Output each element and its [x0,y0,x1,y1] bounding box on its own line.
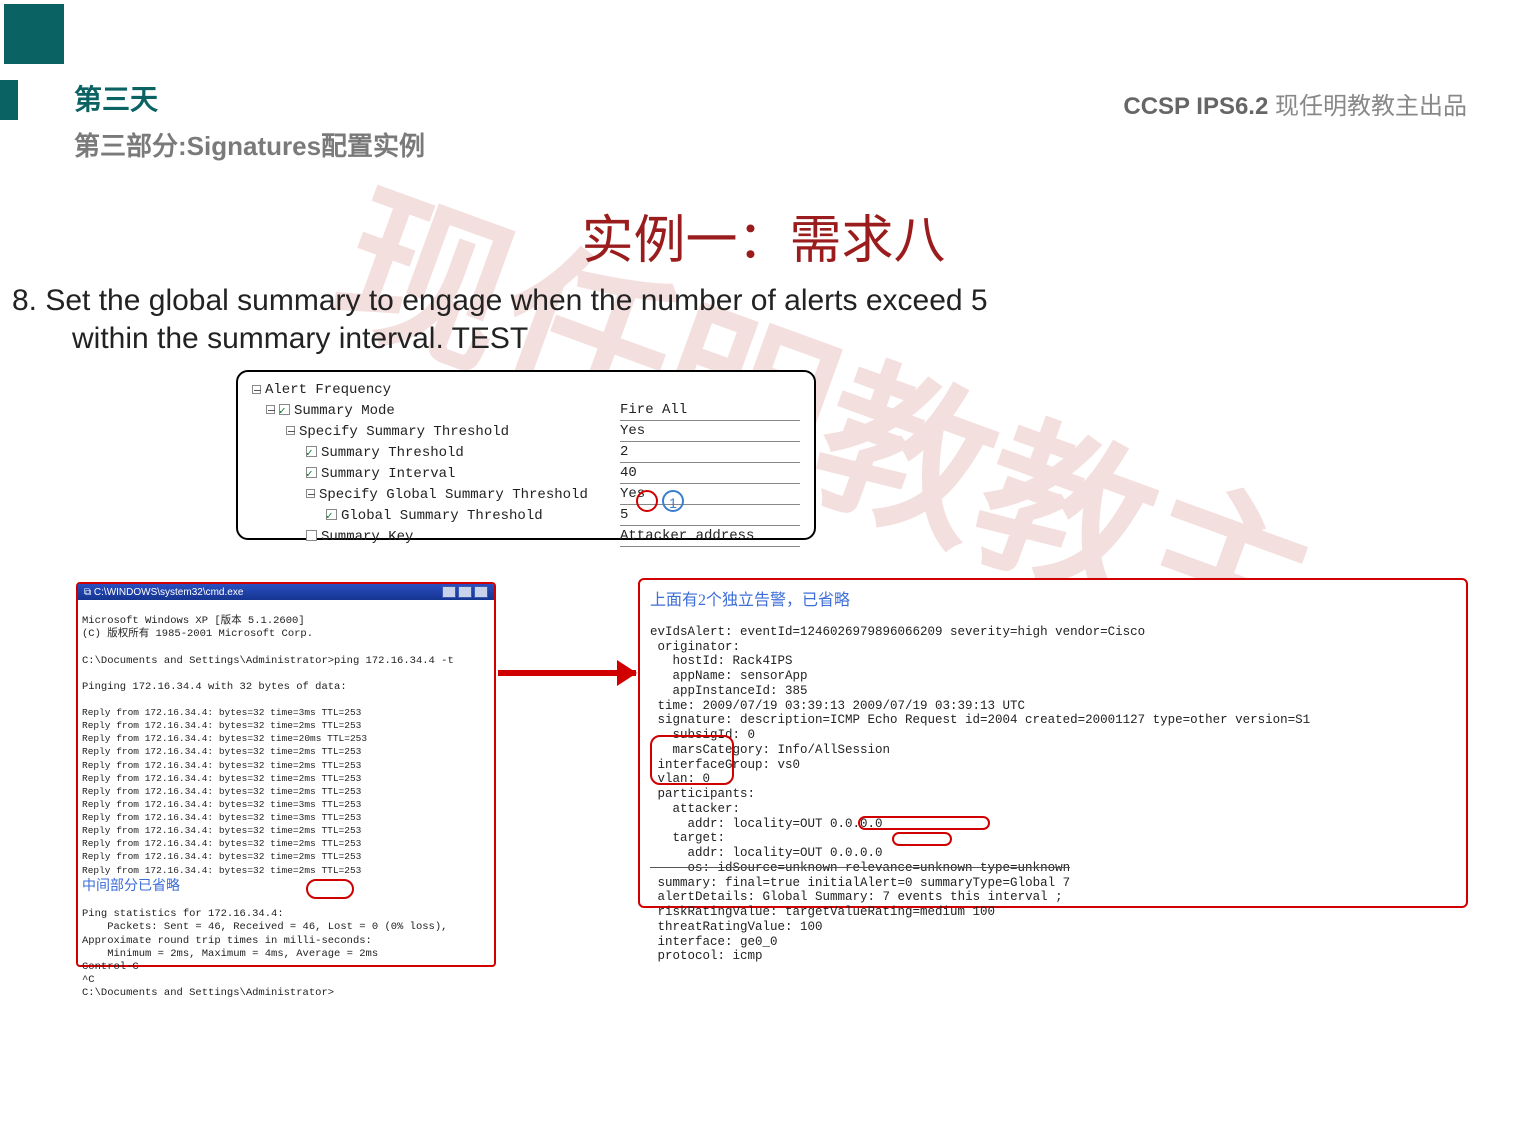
day-label: 第三天 [0,80,158,120]
close-icon[interactable] [474,586,488,598]
tree-label: Specify Global Summary Threshold [319,487,588,503]
alert-body: evIdsAlert: eventId=1246026979896066209 … [650,610,1456,964]
tree-value[interactable]: 2 [620,442,800,463]
alert-panel: 上面有2个独立告警，已省略 evIdsAlert: eventId=124602… [638,578,1468,908]
callout-number: 1 [662,490,684,512]
highlight-oval [858,816,990,830]
checkbox-icon[interactable] [306,467,317,478]
highlight-oval [306,879,354,899]
expand-icon[interactable] [252,385,261,394]
slide-title: 实例一：需求八 [0,198,1527,273]
cmd-icon: ⧉ [84,587,91,598]
minimize-icon[interactable] [442,586,456,598]
expand-icon[interactable] [306,489,315,498]
tree-label: Summary Interval [321,466,455,482]
tree-label: Summary Threshold [321,445,464,461]
checkbox-icon[interactable] [306,446,317,457]
config-tree-panel: Alert Frequency Summary Mode Fire All Spe… [236,370,816,540]
tree-label: Global Summary Threshold [341,508,543,524]
tree-label: Summary Key [321,529,413,545]
expand-icon[interactable] [266,405,275,414]
part-label: 第三部分:Signatures配置实例 [74,126,425,163]
highlight-oval [892,832,952,846]
cmd-titlebar: ⧉ C:\WINDOWS\system32\cmd.exe [78,584,494,600]
tree-value[interactable]: Yes [620,421,800,442]
maximize-icon[interactable] [458,586,472,598]
cmd-window: ⧉ C:\WINDOWS\system32\cmd.exe Microsoft … [76,582,496,967]
tree-label: Alert Frequency [265,382,391,398]
checkbox-icon[interactable] [326,509,337,520]
course-label: CCSP IPS6.2 现任明教教主出品 [1123,86,1467,121]
alert-summary-note: 上面有2个独立告警，已省略 [650,586,1456,610]
corner-accent [4,4,64,64]
expand-icon[interactable] [286,426,295,435]
tree-value[interactable]: Attacker address [620,526,800,547]
arrow-icon [498,670,636,676]
cmd-title: C:\WINDOWS\system32\cmd.exe [94,587,243,598]
checkbox-icon[interactable] [279,404,290,415]
highlight-oval [650,735,734,785]
requirement-text: 8. Set the global summary to engage when… [12,282,1497,357]
cmd-output: Microsoft Windows XP [版本 5.1.2600] (C) 版… [78,600,494,1015]
tree-label: Summary Mode [294,403,395,419]
checkbox-icon[interactable] [306,530,317,541]
tree-label: Specify Summary Threshold [299,424,509,440]
tree-value[interactable]: 40 [620,463,800,484]
highlight-oval [636,490,658,512]
omit-label: 中间部分已省略 [82,879,180,894]
tree-value[interactable]: Fire All [620,400,800,421]
